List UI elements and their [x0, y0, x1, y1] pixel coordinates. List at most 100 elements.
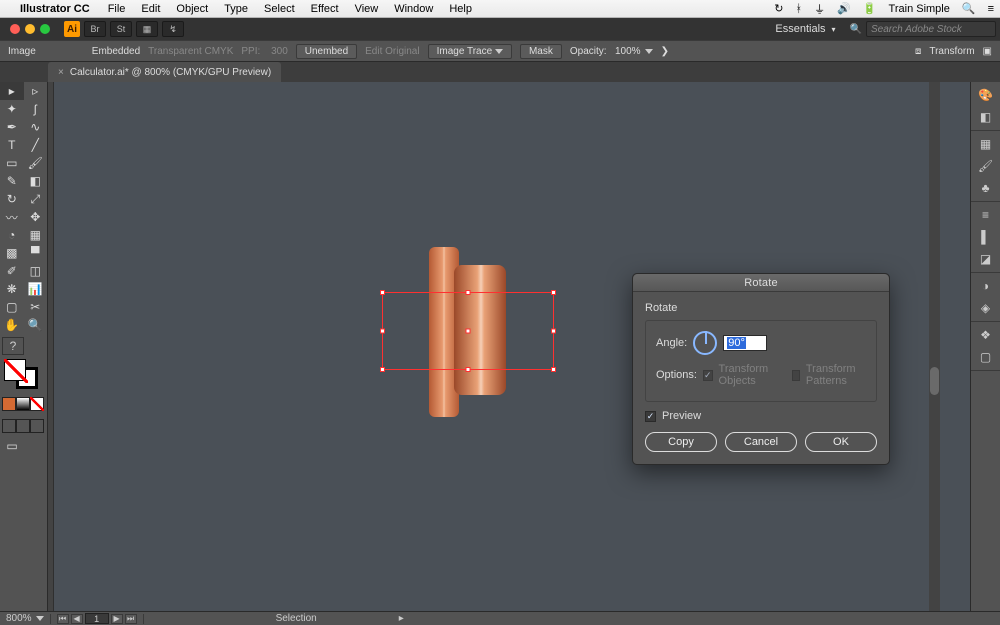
next-artboard-button[interactable]: ▶ [111, 614, 123, 624]
handle-top-mid[interactable] [466, 290, 471, 295]
menu-type[interactable]: Type [216, 3, 256, 15]
lasso-tool[interactable]: ʃ [24, 100, 48, 118]
draw-inside[interactable] [30, 419, 44, 433]
document-tab[interactable]: × Calculator.ai* @ 800% (CMYK/GPU Previe… [48, 62, 281, 82]
magic-wand-tool[interactable]: ✦ [0, 100, 24, 118]
fill-swatch[interactable] [4, 359, 26, 381]
bluetooth-icon[interactable]: ᚼ [790, 3, 809, 15]
color-panel-icon[interactable]: 🎨 [976, 86, 996, 104]
shape-builder-tool[interactable]: ◔ [0, 226, 24, 244]
menu-select[interactable]: Select [256, 3, 303, 15]
artboards-panel-icon[interactable]: ▢ [976, 348, 996, 366]
menu-window[interactable]: Window [386, 3, 441, 15]
gpu-preview-icon[interactable]: ↯ [162, 21, 184, 37]
selection-tool[interactable]: ▸ [0, 82, 24, 100]
zoom-level[interactable]: 800% [6, 613, 44, 624]
notifications-icon[interactable]: ≡ [982, 3, 1000, 15]
brushes-panel-icon[interactable]: 🖌 [976, 157, 996, 175]
menu-object[interactable]: Object [168, 3, 216, 15]
menu-effect[interactable]: Effect [303, 3, 347, 15]
handle-top-right[interactable] [551, 290, 556, 295]
window-zoom-button[interactable] [40, 24, 50, 34]
pen-tool[interactable]: ✒ [0, 118, 24, 136]
wifi-icon[interactable]: ⏚ [808, 1, 831, 17]
sync-icon[interactable]: ↻ [768, 2, 789, 15]
prev-artboard-button[interactable]: ◀ [71, 614, 83, 624]
line-tool[interactable]: ╱ [24, 136, 48, 154]
type-tool[interactable]: T [0, 136, 24, 154]
handle-bottom-mid[interactable] [466, 367, 471, 372]
swatches-panel-icon[interactable]: ▦ [976, 135, 996, 153]
status-more-icon[interactable]: ▸ [399, 613, 404, 624]
slice-tool[interactable]: ✂ [24, 298, 48, 316]
none-mode[interactable] [30, 397, 44, 411]
app-menu[interactable]: Illustrator CC [20, 3, 100, 15]
scrollbar-thumb[interactable] [930, 367, 939, 395]
color-guide-panel-icon[interactable]: ◧ [976, 108, 996, 126]
menu-view[interactable]: View [347, 3, 387, 15]
shaper-tool[interactable]: ✎ [0, 172, 24, 190]
handle-center[interactable] [466, 329, 471, 334]
tab-close-icon[interactable]: × [58, 67, 64, 78]
first-artboard-button[interactable]: ⏮ [57, 614, 69, 624]
window-minimize-button[interactable] [25, 24, 35, 34]
angle-input[interactable]: 90° [723, 335, 767, 351]
appearance-panel-icon[interactable]: ◑ [976, 277, 996, 295]
document-canvas[interactable]: Rotate Rotate Angle: 90° Options: Transf… [54, 82, 970, 611]
blend-tool[interactable]: ◫ [24, 262, 48, 280]
handle-top-left[interactable] [380, 290, 385, 295]
gradient-mode[interactable] [16, 397, 30, 411]
paintbrush-tool[interactable]: 🖌 [24, 154, 48, 172]
ok-button[interactable]: OK [805, 432, 877, 452]
mesh-tool[interactable]: ▩ [0, 244, 24, 262]
stroke-panel-icon[interactable]: ≡ [976, 206, 996, 224]
graph-tool[interactable]: 📊 [24, 280, 48, 298]
handle-bottom-left[interactable] [380, 367, 385, 372]
rotate-tool[interactable]: ↻ [0, 190, 24, 208]
symbols-panel-icon[interactable]: ♣ [976, 179, 996, 197]
menu-help[interactable]: Help [441, 3, 480, 15]
transform-button[interactable]: Transform [929, 46, 974, 57]
last-artboard-button[interactable]: ⏭ [125, 614, 137, 624]
align-icon[interactable]: ⧈ [915, 46, 921, 57]
handle-bottom-right[interactable] [551, 367, 556, 372]
handle-mid-right[interactable] [551, 329, 556, 334]
curvature-tool[interactable]: ∿ [24, 118, 48, 136]
menu-edit[interactable]: Edit [133, 3, 168, 15]
eyedropper-tool[interactable]: ✐ [0, 262, 24, 280]
stock-button[interactable]: St [110, 21, 132, 37]
arrange-documents-button[interactable]: ▦ [136, 21, 158, 37]
fill-stroke-swatches[interactable] [0, 355, 47, 393]
image-trace-button[interactable]: Image Trace [428, 44, 512, 59]
free-transform-tool[interactable]: ✥ [24, 208, 48, 226]
next-options-icon[interactable]: ❯ [661, 46, 669, 57]
rectangle-tool[interactable]: ▭ [0, 154, 24, 172]
bridge-button[interactable]: Br [84, 21, 106, 37]
preview-checkbox[interactable] [645, 411, 656, 422]
layers-panel-icon[interactable]: ❖ [976, 326, 996, 344]
screen-mode-button[interactable]: ▭ [0, 437, 24, 455]
artboard-number-field[interactable]: 1 [85, 613, 109, 624]
gradient-tool[interactable]: ▀ [24, 244, 48, 262]
menu-file[interactable]: File [100, 3, 134, 15]
draw-normal[interactable] [2, 419, 16, 433]
direct-selection-tool[interactable]: ▹ [24, 82, 48, 100]
mask-button[interactable]: Mask [520, 44, 562, 59]
graphic-styles-panel-icon[interactable]: ◈ [976, 299, 996, 317]
scale-tool[interactable]: ⤢ [24, 190, 48, 208]
transparency-panel-icon[interactable]: ◪ [976, 250, 996, 268]
handle-mid-left[interactable] [380, 329, 385, 334]
stock-search-input[interactable]: Search Adobe Stock [866, 21, 996, 37]
hand-tool[interactable]: ✋ [0, 316, 24, 334]
eraser-tool[interactable]: ◧ [24, 172, 48, 190]
unembed-button[interactable]: Unembed [296, 44, 357, 59]
perspective-tool[interactable]: ▦ [24, 226, 48, 244]
help-tool-icon[interactable]: ? [2, 337, 24, 355]
account-label[interactable]: Train Simple [883, 3, 956, 15]
workspace-switcher[interactable]: Essentials ▾ [775, 23, 835, 35]
gradient-panel-icon[interactable]: ▌ [976, 228, 996, 246]
battery-icon[interactable]: 🔋 [857, 2, 883, 15]
window-close-button[interactable] [10, 24, 20, 34]
angle-dial[interactable] [693, 331, 717, 355]
spotlight-icon[interactable]: 🔍 [956, 2, 982, 15]
